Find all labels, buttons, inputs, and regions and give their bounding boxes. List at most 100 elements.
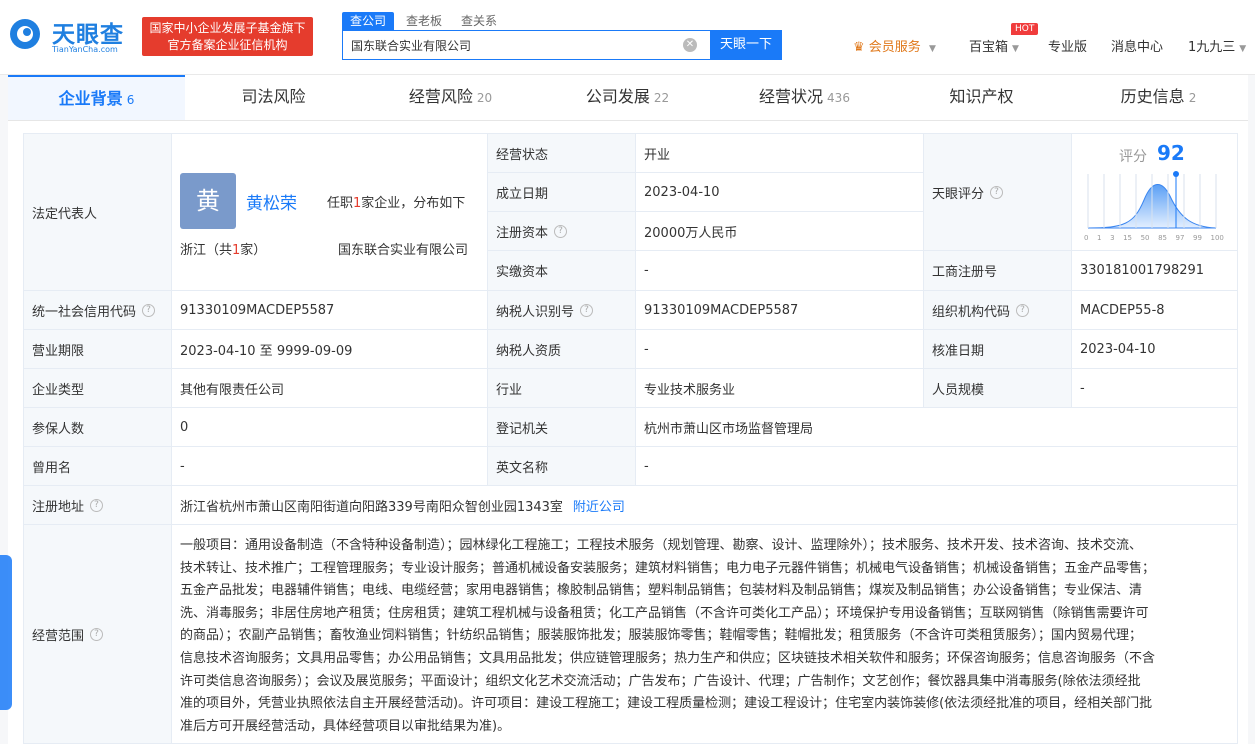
help-icon[interactable]: ? (90, 627, 104, 641)
tab-count: 436 (827, 91, 850, 105)
address-label: 注册地址? (23, 485, 172, 525)
tab-development[interactable]: 公司发展 22 (539, 75, 716, 120)
tab-label: 经营状况 (759, 87, 824, 106)
capital-label: 注册资本? (487, 211, 636, 251)
floating-side-widget[interactable] (0, 555, 12, 710)
chevron-down-icon: ▼ (1012, 44, 1019, 54)
tab-background[interactable]: 企业背景 6 (8, 75, 185, 120)
staff-size-label: 人员规模 (923, 368, 1072, 408)
scope-label-text: 经营范围 (32, 628, 85, 644)
english-name-label: 英文名称 (487, 446, 636, 486)
term-label: 营业期限 (23, 329, 172, 369)
company-type-label: 企业类型 (23, 368, 172, 408)
scope-line: 许可类信息咨询服务）；会议及展览服务；平面设计；组织文化艺术交流活动；广告发布；… (180, 673, 1141, 689)
legal-rep-company[interactable]: 国东联合实业有限公司 (338, 239, 468, 258)
message-center-link[interactable]: 消息中心 (1111, 36, 1163, 55)
help-icon[interactable]: ? (90, 498, 104, 512)
tab-operating-risk[interactable]: 经营风险 20 (362, 75, 539, 120)
paid-capital-value: - (635, 250, 924, 291)
english-name-value: - (635, 446, 1238, 486)
taxid-label: 纳税人识别号? (487, 290, 636, 330)
hot-badge: HOT (1011, 23, 1039, 35)
address-text: 浙江省杭州市萧山区南阳街道向阳路339号南阳众智创业园1343室 (180, 499, 563, 515)
toolbox-menu[interactable]: 百宝箱 ▼ (969, 36, 1019, 55)
orgcode-value: MACDEP55-8 (1071, 290, 1238, 330)
uscc-label: 统一社会信用代码? (23, 290, 172, 330)
staff-size-value: - (1071, 368, 1238, 408)
banner-line-2: 官方备案企业征信机构 (167, 38, 288, 52)
tab-judicial-risk[interactable]: 司法风险 (185, 75, 362, 120)
clear-icon[interactable]: ✕ (683, 38, 697, 52)
pro-version-link[interactable]: 专业版 (1048, 36, 1087, 55)
capital-label-text: 注册资本 (496, 225, 549, 241)
legal-rep-region: 浙江（共1家） (180, 239, 266, 258)
tax-qualification-label: 纳税人资质 (487, 329, 636, 369)
score-title: 评分 (1119, 149, 1147, 165)
region-prefix: 浙江（共 (180, 243, 233, 258)
tab-count: 20 (476, 91, 493, 105)
tab-history[interactable]: 历史信息 2 (1070, 75, 1247, 120)
nearby-companies-link[interactable]: 附近公司 (573, 496, 625, 515)
help-icon[interactable]: ? (580, 303, 594, 317)
search-input[interactable] (343, 31, 709, 59)
business-info-panel: 法定代表人 黄 黄松荣 任职1家企业，分布如下 浙江（共1家） 国东联合实业有限… (8, 121, 1248, 744)
site-logo[interactable]: 天眼查 TianYanCha.com (8, 15, 133, 55)
help-icon[interactable]: ? (1016, 303, 1030, 317)
scope-line: 的商品）；农副产品销售；畜牧渔业饲料销售；针纺织品销售；服装服饰批发；服装服饰零… (180, 628, 1143, 644)
vip-label: 会员服务 (868, 40, 921, 55)
vip-service-menu[interactable]: ♛ 会员服务 ▼ (853, 36, 936, 55)
tax-qualification-value: - (635, 329, 924, 369)
legal-rep-positions[interactable]: 任职1家企业，分布如下 (327, 192, 465, 211)
tab-operating-status[interactable]: 经营状况 436 (716, 75, 893, 120)
industry-value: 专业技术服务业 (635, 368, 924, 408)
positions-suffix: 家企业，分布如下 (361, 196, 466, 211)
logo-domain: TianYanCha.com (52, 45, 118, 54)
score-label: 天眼评分? (923, 133, 1072, 251)
positions-prefix: 任职 (327, 196, 354, 211)
capital-value: 20000万人民币 (635, 211, 924, 251)
help-icon[interactable]: ? (142, 303, 156, 317)
regno-value: 330181001798291 (1071, 250, 1238, 291)
term-value: 2023-04-10 至 9999-09-09 (171, 329, 488, 369)
user-menu[interactable]: 1九九三 ▼ (1188, 36, 1246, 55)
scope-line: 洗、消毒服务；非居住房地产租赁；住房租赁；建筑工程机械与设备租赁；化工产品销售（… (180, 605, 1149, 621)
crown-icon: ♛ (853, 40, 865, 55)
paid-capital-label: 实缴资本 (487, 250, 636, 291)
search-tab-relation[interactable]: 查关系 (461, 12, 497, 30)
avatar: 黄 (180, 173, 236, 229)
scope-line: 准的项目外，凭营业执照依法自主开展经营活动)。许可项目：建设工程施工；建设工程质… (180, 696, 1153, 712)
score-tick: 15 (1123, 234, 1133, 242)
search-button[interactable]: 天眼一下 (710, 30, 782, 60)
tab-label: 企业背景 (58, 89, 123, 108)
help-icon[interactable]: ? (554, 224, 568, 238)
founded-value: 2023-04-10 (635, 172, 924, 212)
score-label-text: 天眼评分 (932, 186, 985, 202)
authority-value: 杭州市萧山区市场监督管理局 (635, 407, 1238, 447)
legal-rep-card: 黄 黄松荣 任职1家企业，分布如下 浙江（共1家） 国东联合实业有限公司 (171, 133, 488, 291)
scope-line: 技术转让、技术推广；工程管理服务；专业设计服务；普通机械设备安装服务；建筑材料销… (180, 560, 1156, 576)
legal-rep-name[interactable]: 黄松荣 (246, 189, 297, 214)
scope-label: 经营范围? (23, 524, 172, 744)
chevron-down-icon: ▼ (928, 44, 936, 54)
approve-date-value: 2023-04-10 (1071, 329, 1238, 369)
tab-label: 经营风险 (408, 87, 473, 106)
tab-ip[interactable]: 知识产权 (893, 75, 1070, 120)
score-widget[interactable]: 评分 92 0 1 3 15 50 85 97 99 100 (1071, 133, 1238, 251)
score-tick: 99 (1193, 234, 1202, 242)
help-icon[interactable]: ? (990, 185, 1004, 199)
legal-rep-label: 法定代表人 (23, 133, 172, 291)
taxid-value: 91330109MACDEP5587 (635, 290, 924, 330)
section-tabs: 企业背景 6 司法风险 经营风险 20 公司发展 22 经营状况 436 知识产权 历史… (8, 75, 1248, 121)
orgcode-label-text: 组织机构代码 (932, 304, 1011, 320)
search-tab-company[interactable]: 查公司 (342, 12, 395, 30)
tab-label: 知识产权 (949, 87, 1014, 106)
search-tab-boss[interactable]: 查老板 (406, 12, 442, 30)
banner-line-1: 国家中小企业发展子基金旗下 (149, 21, 306, 35)
fund-banner[interactable]: 国家中小企业发展子基金旗下 官方备案企业征信机构 (142, 17, 313, 56)
industry-label: 行业 (487, 368, 636, 408)
score-tick: 3 (1110, 234, 1115, 242)
score-tick: 50 (1140, 234, 1150, 242)
business-info-table: 法定代表人 黄 黄松荣 任职1家企业，分布如下 浙江（共1家） 国东联合实业有限… (23, 133, 1238, 744)
former-name-label: 曾用名 (23, 446, 172, 486)
score-tick: 100 (1210, 234, 1224, 242)
